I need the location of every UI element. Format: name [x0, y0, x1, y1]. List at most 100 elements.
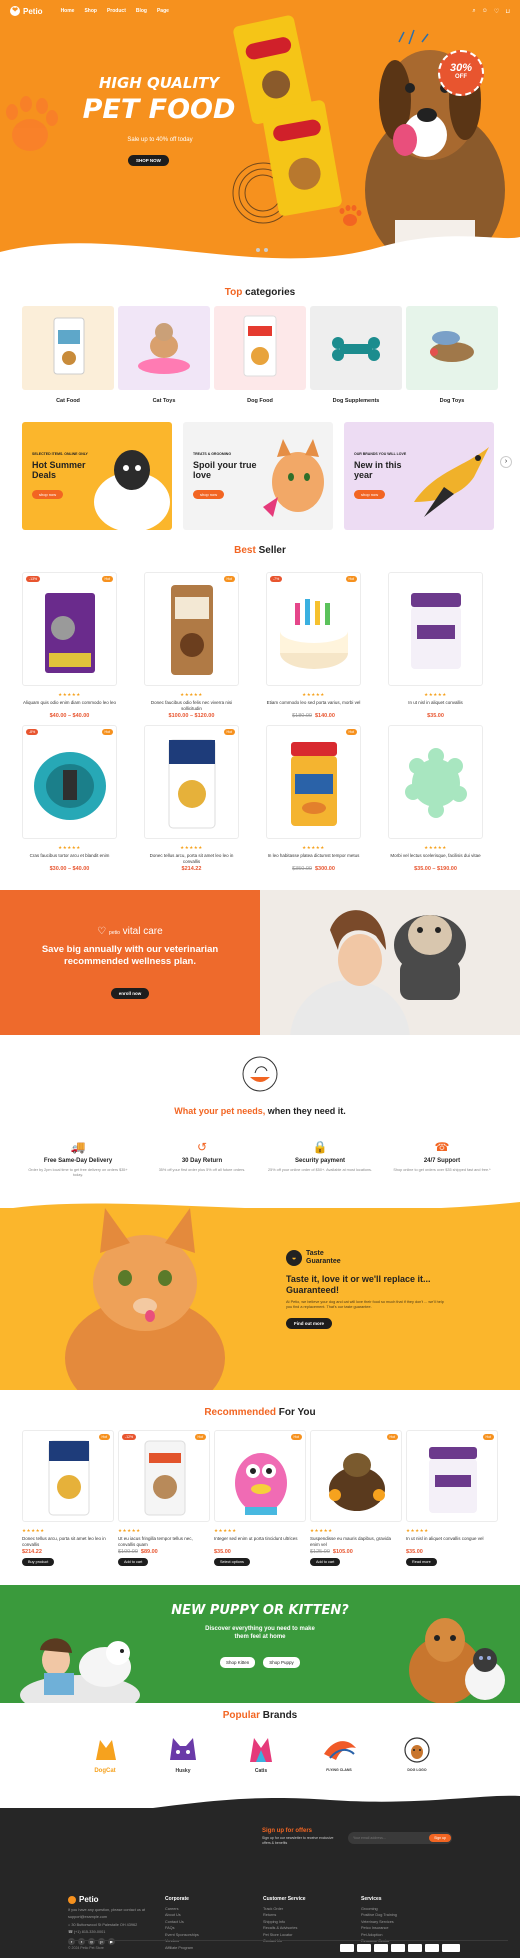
- dogcat-logo-icon: [96, 1740, 116, 1760]
- footer-logo[interactable]: Petio: [68, 1896, 148, 1904]
- newsletter-text: Sign up for our newsletter to receive ex…: [262, 1836, 334, 1845]
- treat-bag-icon: [171, 585, 213, 675]
- product-name[interactable]: Etiam commodo leo sed porta varius, morb…: [266, 700, 361, 712]
- category-label: Cat Toys: [152, 398, 176, 404]
- category-dog-supplements[interactable]: Dog Supplements: [310, 306, 402, 404]
- category-cat-food[interactable]: Cat Food: [22, 306, 114, 404]
- vital-care-panel: ♡ petio vital care Save big annually wit…: [0, 890, 260, 1035]
- shop-kitten-button[interactable]: Shop Kitten: [220, 1657, 256, 1668]
- product-price: $350.00 $300.00: [292, 866, 335, 872]
- hot-tag: Hot: [345, 576, 357, 582]
- footer-link[interactable]: Positive Dog Training: [361, 1912, 397, 1919]
- product-card[interactable]: -13% Hot ★★★★★ Aliquam quis odio enim di…: [22, 572, 117, 719]
- logo-text: Petio: [23, 6, 43, 16]
- enroll-now-button[interactable]: enroll now: [110, 988, 150, 999]
- cat-toy-icon: [138, 323, 190, 374]
- product-name[interactable]: Aliquam quis odio enim diam commodo leo …: [22, 700, 117, 712]
- bone-toy-icon: [332, 337, 380, 361]
- product-card[interactable]: Hot ★★★★★ Suspendisse eu mauris dapibus,…: [310, 1430, 402, 1566]
- footer-about-text: If you have any question, please contact…: [68, 1908, 146, 1919]
- promo-banner-new[interactable]: Our brands you will love New in this yea…: [344, 422, 494, 530]
- brand-logo-dog-logo[interactable]: DOG LOGO: [382, 1732, 452, 1780]
- user-icon[interactable]: ☺: [482, 8, 488, 15]
- menu-item-page[interactable]: Page: [157, 8, 169, 14]
- email-input[interactable]: [353, 1836, 413, 1840]
- vital-care-banner: ♡ petio vital care Save big annually wit…: [0, 890, 520, 1035]
- menu-item-shop[interactable]: Shop: [84, 8, 97, 14]
- product-name[interactable]: Donec tellus arcu, porta sit amet leo le…: [22, 1536, 114, 1548]
- product-name[interactable]: Donec tellus arcu, porta sit amet leo le…: [144, 853, 239, 865]
- rating-stars: ★★★★★: [310, 1528, 333, 1533]
- slider-dots: [248, 248, 268, 252]
- husky-logo-icon: [170, 1738, 196, 1760]
- product-name[interactable]: Integer sed enim ut porta tincidunt ultr…: [214, 1536, 306, 1548]
- slider-dot-3[interactable]: [264, 248, 268, 252]
- product-card[interactable]: Hot ★★★★★ Donec tellus arcu, porta sit a…: [22, 1430, 114, 1566]
- cart-icon[interactable]: ⊔: [505, 8, 510, 15]
- menu-item-home[interactable]: Home: [61, 8, 75, 14]
- slider-dot-2[interactable]: [256, 248, 260, 252]
- add-to-cart-button[interactable]: Add to cart: [310, 1558, 341, 1566]
- select-options-button[interactable]: Select options: [214, 1558, 250, 1566]
- product-name[interactable]: Cras faucibus tortor arcu et blandit eni…: [22, 853, 117, 865]
- banner-shop-now-button[interactable]: shop now: [32, 490, 64, 499]
- product-name[interactable]: In ut nisl in aliquet convallis: [388, 700, 483, 712]
- hero-title-line1: HIGH QUALITY: [98, 74, 220, 92]
- product-card[interactable]: -7% Hot ★★★★★ Etiam commodo leo sed port…: [266, 572, 361, 719]
- brand-logo-dogcat[interactable]: DogCat: [70, 1732, 140, 1780]
- category-dog-food[interactable]: Dog Food: [214, 306, 306, 404]
- site-logo[interactable]: ❤ Petio: [10, 6, 43, 16]
- product-card[interactable]: Hot ★★★★★ In ut nisl in aliquet convalli…: [406, 1430, 498, 1566]
- rating-stars: ★★★★★: [214, 1528, 237, 1533]
- banner-shop-now-button[interactable]: shop now: [193, 490, 225, 499]
- brand-logo-flying-clans[interactable]: FLYING CLANS: [304, 1732, 374, 1780]
- footer-link[interactable]: Contact Us: [263, 1938, 306, 1945]
- product-card[interactable]: Hot ★★★★★ Donec tellus arcu, porta sit a…: [144, 725, 239, 872]
- buy-product-button[interactable]: Buy product: [22, 1558, 55, 1566]
- product-name[interactable]: Suspendisse eu mauris dapibus, gravida e…: [310, 1536, 402, 1548]
- hot-tag: Hot: [345, 729, 357, 735]
- read-more-button[interactable]: Read more: [406, 1558, 437, 1566]
- product-card[interactable]: -12% Hot ★★★★★ Ut eu iacus fringilla tem…: [118, 1430, 210, 1566]
- product-name[interactable]: Ut eu iacus fringilla tempor tellus nec,…: [118, 1536, 210, 1548]
- signup-button[interactable]: Sign up: [429, 1834, 451, 1842]
- menu-item-blog[interactable]: Blog: [136, 8, 147, 14]
- footer-address: ⌂ 30 Buttonwood St Palestaile OH 43962: [68, 1923, 138, 1927]
- shop-now-button[interactable]: Shop now: [128, 155, 169, 166]
- add-to-cart-button[interactable]: Add to cart: [118, 1558, 149, 1566]
- promo-banner-summer[interactable]: Selected items. Online only Hot Summer D…: [22, 422, 172, 530]
- product-card[interactable]: -8% Hot ★★★★★ Cras faucibus tortor arcu …: [22, 725, 117, 872]
- promo-banner-treats[interactable]: Treats & Grooming Spoil your true love s…: [183, 422, 333, 530]
- shop-puppy-button[interactable]: Shop Puppy: [263, 1657, 300, 1668]
- slider-dot-1[interactable]: [248, 248, 252, 252]
- search-icon[interactable]: ⌕: [472, 8, 475, 15]
- product-card[interactable]: Hot ★★★★★ In leo habitasse platea dictum…: [266, 725, 361, 872]
- dog-food-bag-icon: [168, 739, 216, 829]
- footer-heading: Customer Service: [263, 1896, 306, 1902]
- footer-heading: Corporate: [165, 1896, 189, 1902]
- brand-logo-husky[interactable]: Husky: [148, 1732, 218, 1780]
- product-name[interactable]: Morbi vel lectus scelerisque, facilisis …: [388, 853, 483, 865]
- product-card[interactable]: Hot ★★★★★ Donec faucibus odio felis nec …: [144, 572, 239, 719]
- cat-image: [263, 439, 324, 517]
- footer-link[interactable]: Affiliate Program: [165, 1945, 199, 1952]
- product-name[interactable]: In leo habitasse platea dictumst tempor …: [266, 853, 361, 865]
- taste-label: ◒ Taste Guarantee: [286, 1250, 341, 1266]
- product-image: Hot: [22, 1430, 114, 1522]
- banner-shop-now-button[interactable]: shop now: [354, 490, 386, 499]
- product-card[interactable]: Hot ★★★★★ Integer sed enim ut porta tinc…: [214, 1430, 306, 1566]
- category-image: [118, 306, 210, 390]
- carousel-next-button[interactable]: ›: [500, 456, 512, 468]
- wishlist-icon[interactable]: ♡: [494, 8, 499, 15]
- hot-tag: Hot: [290, 1434, 302, 1440]
- product-card[interactable]: ★★★★★ Morbi vel lectus scelerisque, faci…: [388, 725, 483, 872]
- product-card[interactable]: ★★★★★ In ut nisl in aliquet convallis $3…: [388, 572, 483, 719]
- product-name[interactable]: Donec faucibus odio felis nec viverra ni…: [144, 700, 239, 712]
- brand-logo-catis[interactable]: Catis: [226, 1732, 296, 1780]
- category-dog-toys[interactable]: Dog Toys: [406, 306, 498, 404]
- menu-item-product[interactable]: Product: [107, 8, 126, 14]
- category-cat-toys[interactable]: Cat Toys: [118, 306, 210, 404]
- find-out-more-button[interactable]: Find out more: [286, 1318, 332, 1329]
- product-name[interactable]: In ut nisl in aliquet convallis congue v…: [406, 1536, 498, 1548]
- badge-percent: 30%: [449, 62, 473, 74]
